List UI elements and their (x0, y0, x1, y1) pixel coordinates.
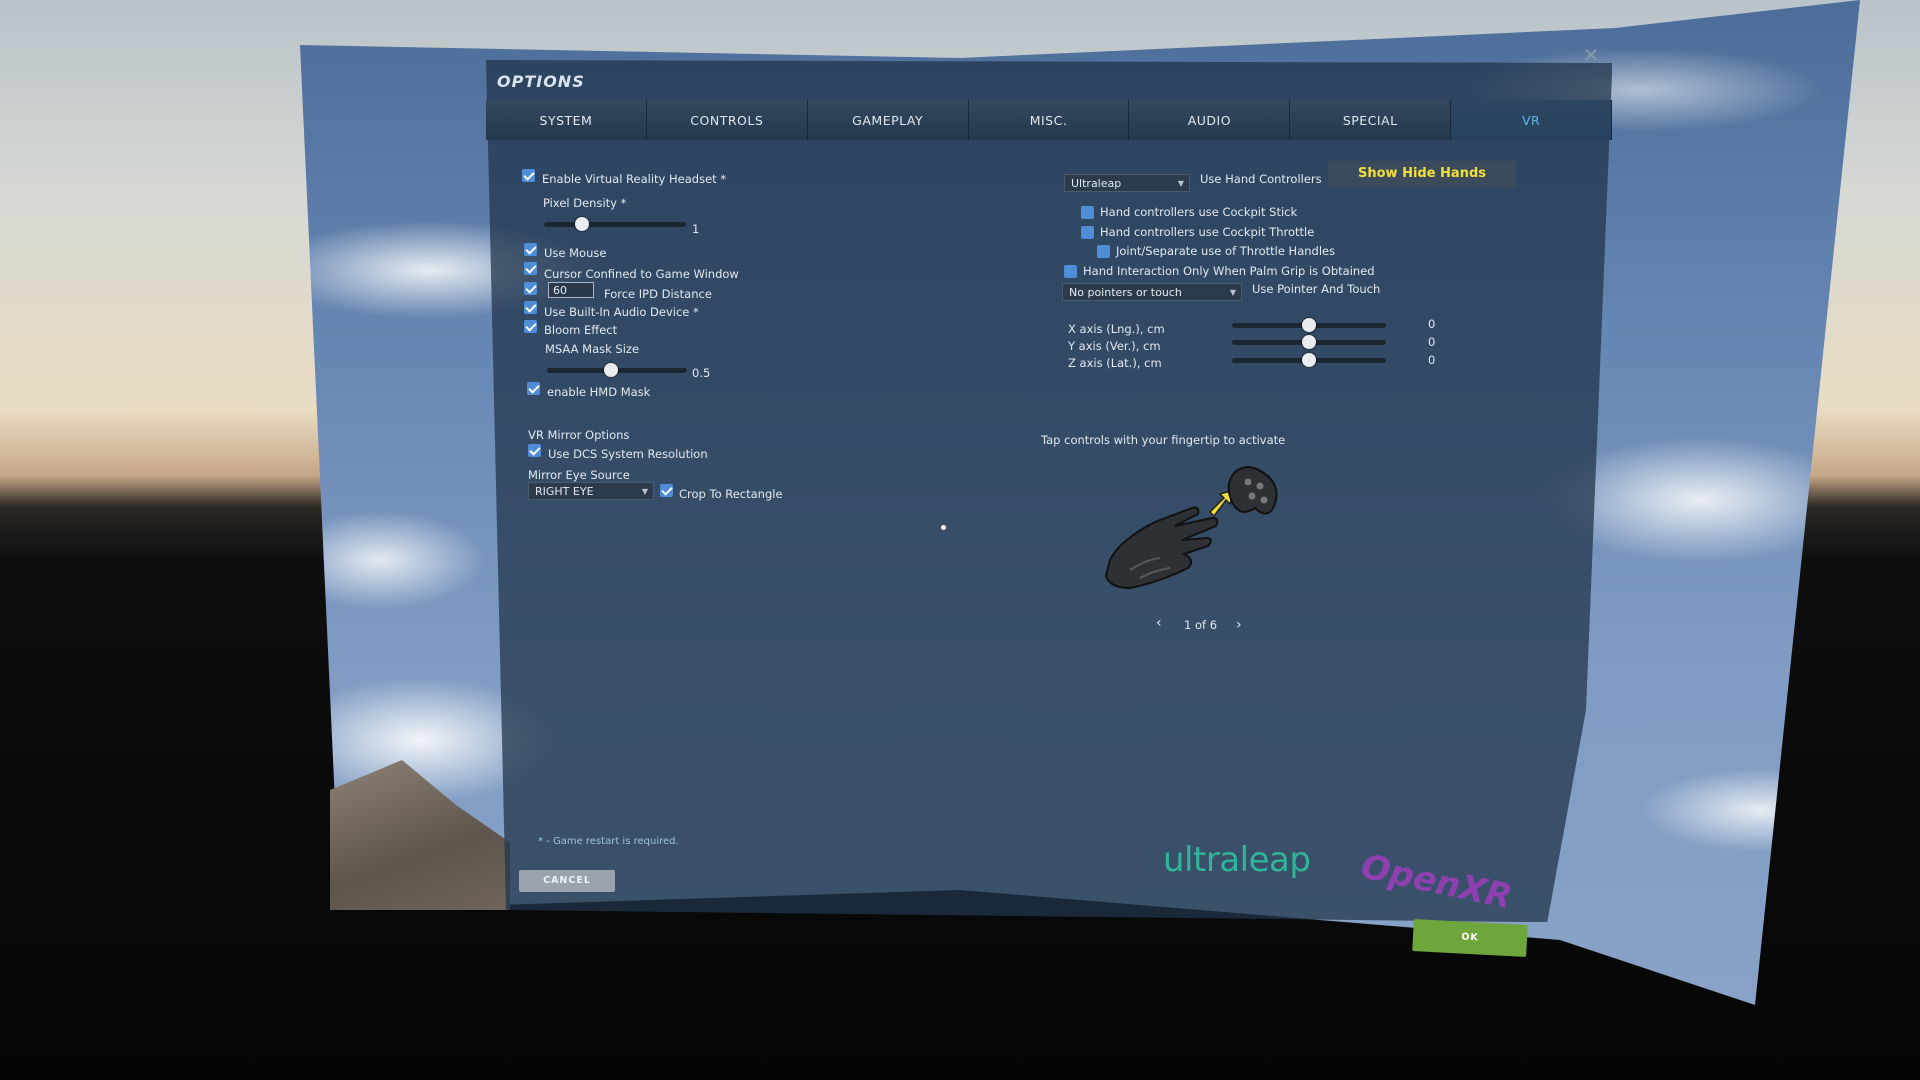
x-axis-label: X axis (Lng.), cm (1068, 322, 1165, 336)
tab-audio[interactable]: AUDIO (1129, 100, 1291, 140)
tab-system[interactable]: SYSTEM (486, 100, 647, 140)
hand-tracker-dropdown[interactable]: Ultraleap ▼ (1064, 174, 1190, 192)
hmd-mask-label: enable HMD Mask (547, 385, 651, 399)
z-axis-value: 0 (1428, 353, 1436, 367)
cockpit-stick-label: Hand controllers use Cockpit Stick (1100, 205, 1298, 219)
bloom-effect-label: Bloom Effect (544, 323, 618, 337)
mirror-eye-dropdown[interactable]: RIGHT EYE ▼ (528, 482, 654, 500)
tab-bar: SYSTEM CONTROLS GAMEPLAY MISC. AUDIO SPE… (486, 100, 1613, 140)
hmd-mask-checkbox[interactable] (527, 382, 540, 395)
ok-button[interactable]: OK (1412, 919, 1528, 957)
tab-special[interactable]: SPECIAL (1290, 100, 1452, 140)
tab-misc[interactable]: MISC. (968, 100, 1130, 140)
y-axis-label: Y axis (Ver.), cm (1068, 339, 1161, 353)
z-axis-knob[interactable] (1302, 353, 1316, 367)
use-mouse-label: Use Mouse (544, 246, 607, 260)
glove-hand-icon (1104, 506, 1219, 590)
z-axis-label: Z axis (Lat.), cm (1068, 356, 1162, 370)
enable-vr-checkbox[interactable] (522, 169, 535, 182)
pixel-density-slider[interactable] (544, 217, 686, 231)
close-icon[interactable]: ✕ (1580, 44, 1602, 66)
x-axis-slider[interactable] (1232, 318, 1386, 332)
pointer-mode-dropdown[interactable]: No pointers or touch ▼ (1062, 283, 1242, 301)
tap-hint-text: Tap controls with your fingertip to acti… (1041, 433, 1286, 447)
cockpit-stick-checkbox[interactable] (1081, 206, 1094, 219)
use-hand-controllers-label: Use Hand Controllers (1200, 172, 1322, 186)
options-dialog (486, 60, 1612, 922)
dcs-resolution-checkbox[interactable] (528, 444, 541, 457)
restart-note: * - Game restart is required. (538, 836, 679, 847)
y-axis-value: 0 (1428, 335, 1436, 349)
cancel-button[interactable]: CANCEL (519, 870, 615, 892)
msaa-slider[interactable] (547, 363, 687, 377)
enable-vr-label: Enable Virtual Reality Headset * (542, 172, 727, 186)
ultraleap-logo: ultraleap (1163, 840, 1311, 880)
pager-text: 1 of 6 (1184, 618, 1218, 632)
tab-controls[interactable]: CONTROLS (646, 100, 808, 140)
throttle-handles-checkbox[interactable] (1097, 245, 1110, 258)
tab-vr[interactable]: VR (1451, 100, 1613, 140)
crop-rectangle-checkbox[interactable] (660, 484, 673, 497)
cursor-confined-checkbox[interactable] (524, 262, 537, 275)
dialog-title: OPTIONS (497, 72, 585, 91)
force-ipd-label: Force IPD Distance (604, 287, 712, 301)
ipd-distance-input[interactable] (548, 282, 594, 298)
hand-tap-illustration (1104, 466, 1278, 590)
builtin-audio-checkbox[interactable] (524, 301, 537, 314)
use-mouse-checkbox[interactable] (524, 243, 537, 256)
z-axis-slider[interactable] (1232, 353, 1386, 367)
hand-tracker-value: Ultraleap (1071, 177, 1122, 190)
msaa-value: 0.5 (692, 366, 711, 380)
x-axis-value: 0 (1428, 317, 1436, 331)
force-ipd-checkbox[interactable] (524, 282, 537, 295)
msaa-label: MSAA Mask Size (545, 342, 640, 356)
next-page-icon[interactable]: › (1236, 617, 1242, 633)
builtin-audio-label: Use Built-In Audio Device * (544, 305, 699, 319)
cursor-confined-label: Cursor Confined to Game Window (544, 267, 739, 281)
controller-icon (1227, 466, 1278, 515)
bloom-effect-checkbox[interactable] (524, 320, 537, 333)
mirror-eye-value: RIGHT EYE (535, 485, 594, 498)
tab-gameplay[interactable]: GAMEPLAY (807, 100, 969, 140)
pixel-density-label: Pixel Density * (543, 196, 627, 210)
y-axis-slider[interactable] (1232, 335, 1386, 349)
palm-grip-checkbox[interactable] (1064, 265, 1077, 278)
mirror-eye-label: Mirror Eye Source (528, 468, 630, 482)
vr-mirror-heading: VR Mirror Options (528, 428, 630, 442)
prev-page-icon[interactable]: ‹ (1156, 615, 1162, 631)
pointer-mode-label: Use Pointer And Touch (1252, 282, 1381, 296)
throttle-handles-label: Joint/Separate use of Throttle Handles (1116, 244, 1336, 258)
x-axis-knob[interactable] (1302, 318, 1316, 332)
gaze-cursor (941, 525, 946, 530)
cockpit-throttle-label: Hand controllers use Cockpit Throttle (1100, 225, 1315, 239)
palm-grip-label: Hand Interaction Only When Palm Grip is … (1083, 264, 1375, 278)
pixel-density-value: 1 (692, 222, 700, 236)
y-axis-knob[interactable] (1302, 335, 1316, 349)
dcs-resolution-label: Use DCS System Resolution (548, 447, 708, 461)
chevron-down-icon: ▼ (641, 487, 648, 496)
cockpit-throttle-checkbox[interactable] (1081, 226, 1094, 239)
pointer-mode-value: No pointers or touch (1069, 286, 1182, 299)
chevron-down-icon: ▼ (1229, 288, 1236, 297)
show-hide-hands-button[interactable]: Show Hide Hands (1328, 161, 1516, 187)
chevron-down-icon: ▼ (1177, 179, 1184, 188)
crop-rectangle-label: Crop To Rectangle (679, 487, 783, 501)
